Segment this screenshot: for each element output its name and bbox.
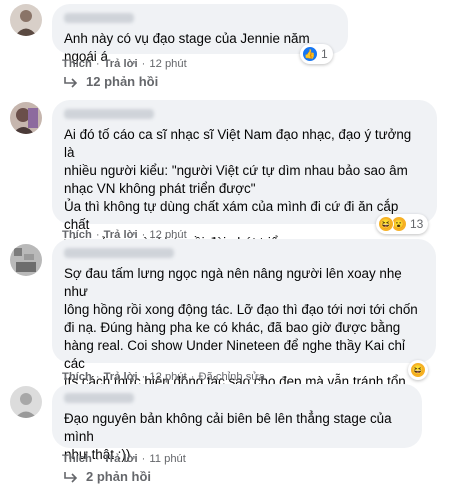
comment-3: Sợ đau tấm lưng ngọc ngà nên nâng người … [0, 236, 450, 407]
author-name[interactable] [64, 393, 134, 403]
reaction-count: 1 [321, 47, 328, 61]
comment-bubble: Sợ đau tấm lưng ngọc ngà nên nâng người … [52, 239, 436, 407]
avatar[interactable] [10, 386, 42, 418]
reaction-count: 13 [410, 217, 424, 231]
view-replies-button[interactable]: 12 phản hồi [62, 74, 158, 89]
like-icon: 👍 [302, 46, 318, 62]
timestamp[interactable]: 11 phút [149, 453, 186, 465]
avatar[interactable] [10, 4, 42, 36]
author-name[interactable] [64, 109, 154, 119]
reply-button[interactable]: Trả lời [104, 453, 138, 465]
reply-arrow-icon [64, 471, 78, 483]
like-button[interactable]: Thích [62, 58, 92, 70]
comment-bubble: Ai đó tố cáo ca sĩ nhạc sĩ Việt Nam đạo … [52, 100, 437, 268]
separator-dot: · [95, 58, 100, 70]
author-name[interactable] [64, 248, 174, 258]
laugh-icon: 😆 [378, 216, 394, 232]
laugh-icon: 😆 [410, 362, 426, 378]
separator-dot: · [141, 453, 146, 465]
reaction-summary[interactable]: 👍 1 [300, 44, 333, 64]
view-replies-button[interactable]: 2 phản hồi [62, 469, 151, 484]
separator-dot: · [141, 58, 146, 70]
separator-dot: · [95, 453, 100, 465]
avatar[interactable] [10, 244, 42, 276]
reply-arrow-icon [64, 76, 78, 88]
comment-actions: Thích · Trả lời · 12 phút [62, 58, 187, 70]
avatar[interactable] [10, 102, 42, 134]
replies-label: 2 phản hồi [86, 469, 151, 484]
comment-1: Anh này có vụ đạo stage của Jennie năm n… [0, 0, 450, 95]
reaction-summary[interactable]: 😆 😮 13 [376, 214, 429, 234]
comment-2: Ai đó tố cáo ca sĩ nhạc sĩ Việt Nam đạo … [0, 98, 450, 268]
reply-button[interactable]: Trả lời [104, 58, 138, 70]
reaction-summary[interactable]: 😆 [408, 360, 428, 380]
timestamp[interactable]: 12 phút [149, 58, 186, 70]
comment-4: Đạo nguyên bản không cải biên bê lên thẳ… [0, 380, 450, 491]
comment-actions: Thích · Trả lời · 11 phút [62, 453, 186, 465]
like-button[interactable]: Thích [62, 453, 92, 465]
author-name[interactable] [64, 13, 134, 23]
comment-bubble: Đạo nguyên bản không cải biên bê lên thẳ… [52, 384, 422, 462]
replies-label: 12 phản hồi [86, 74, 159, 89]
